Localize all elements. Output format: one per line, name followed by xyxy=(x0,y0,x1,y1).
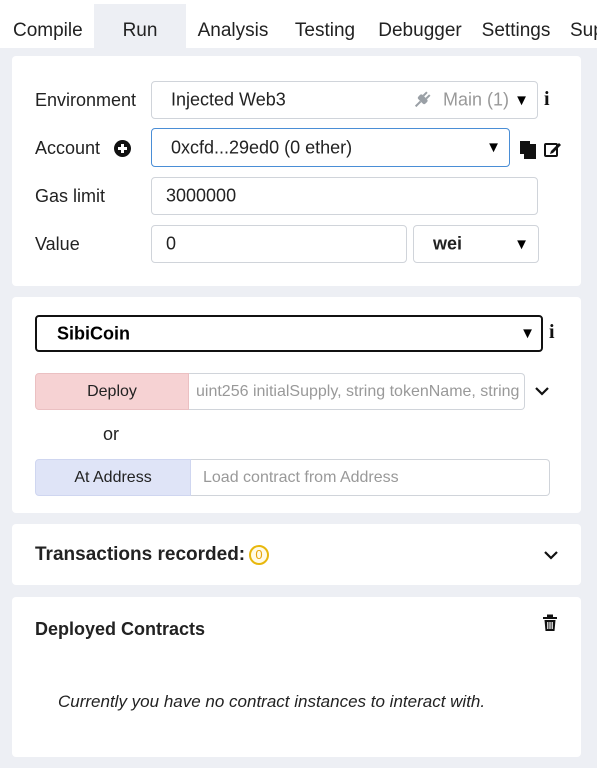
gas-limit-value: 3000000 xyxy=(166,185,237,206)
environment-value: Injected Web3 xyxy=(171,89,286,110)
edit-icon[interactable] xyxy=(543,139,563,164)
tab-compile[interactable]: Compile xyxy=(0,4,94,48)
value-input[interactable]: 0 xyxy=(151,225,407,263)
chevron-down-icon: ▼ xyxy=(514,92,529,109)
transactions-count-badge: 0 xyxy=(249,545,269,565)
tab-support[interactable]: Sup xyxy=(562,4,597,48)
deploy-params-input[interactable]: uint256 initialSupply, string tokenName,… xyxy=(189,373,525,410)
or-separator: or xyxy=(103,424,120,444)
value-unit-select[interactable]: wei ▼ xyxy=(413,225,539,263)
plus-circle-icon[interactable] xyxy=(114,140,131,157)
value-amount: 0 xyxy=(166,233,177,254)
deployed-contracts-title: Deployed Contracts xyxy=(35,619,206,639)
contract-select[interactable]: SibiCoin ▼ xyxy=(35,315,543,352)
chevron-down-icon: ▼ xyxy=(514,236,529,253)
plug-icon xyxy=(412,90,432,115)
tab-run[interactable]: Run xyxy=(94,4,186,48)
tab-analysis[interactable]: Analysis xyxy=(186,4,280,48)
chevron-down-icon: ▼ xyxy=(520,325,535,342)
info-icon[interactable]: i xyxy=(549,321,555,344)
deploy-params-placeholder: uint256 initialSupply, string tokenName,… xyxy=(196,382,524,400)
transactions-title: Transactions recorded: xyxy=(35,544,246,565)
environment-select[interactable]: Injected Web3 Main (1) ▼ xyxy=(151,81,538,119)
empty-state-message: Currently you have no contract instances… xyxy=(58,692,486,711)
trash-icon[interactable] xyxy=(542,614,558,637)
chevron-down-icon[interactable] xyxy=(543,548,559,566)
chevron-down-icon[interactable] xyxy=(534,384,550,402)
value-label: Value xyxy=(35,234,80,254)
tab-testing[interactable]: Testing xyxy=(280,4,370,48)
at-address-button[interactable]: At Address xyxy=(35,459,191,496)
info-icon[interactable]: i xyxy=(544,88,550,111)
copy-icon[interactable] xyxy=(518,139,538,164)
account-select[interactable]: 0xcfd...29ed0 (0 ether) ▼ xyxy=(151,128,510,167)
tab-debugger[interactable]: Debugger xyxy=(370,4,470,48)
value-unit: wei xyxy=(433,233,463,254)
gas-limit-label: Gas limit xyxy=(35,186,106,206)
gas-limit-input[interactable]: 3000000 xyxy=(151,177,538,215)
deploy-button[interactable]: Deploy xyxy=(35,373,189,410)
chevron-down-icon: ▼ xyxy=(486,139,501,156)
at-address-input[interactable]: Load contract from Address xyxy=(191,459,550,496)
account-label: Account xyxy=(35,138,101,158)
at-address-placeholder: Load contract from Address xyxy=(203,468,399,486)
tab-settings[interactable]: Settings xyxy=(470,4,562,48)
network-name: Main (1) xyxy=(442,89,509,110)
top-tab-bar: Compile Run Analysis Testing Debugger Se… xyxy=(0,0,597,48)
account-value: 0xcfd...29ed0 (0 ether) xyxy=(171,137,353,157)
contract-name: SibiCoin xyxy=(57,323,130,343)
environment-label: Environment xyxy=(35,90,137,110)
